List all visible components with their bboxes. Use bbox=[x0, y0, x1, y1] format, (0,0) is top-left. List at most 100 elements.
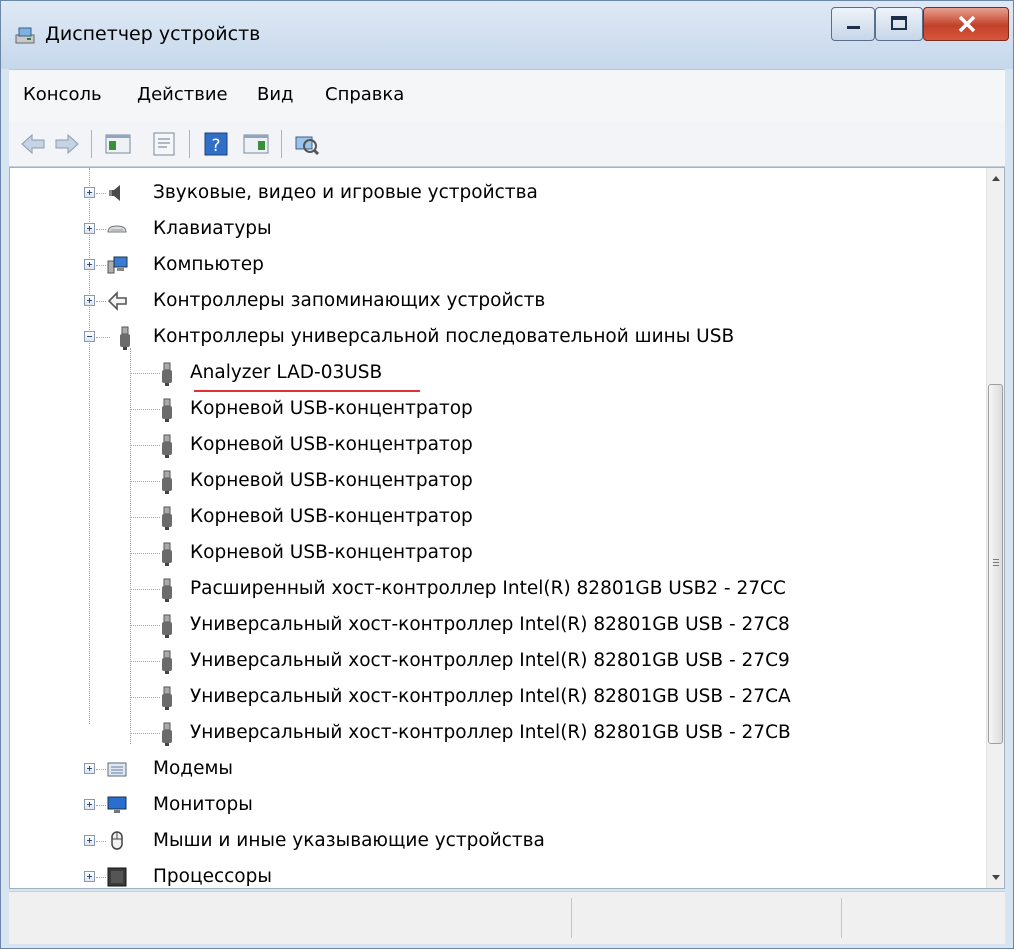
expand-toggle[interactable] bbox=[84, 295, 95, 306]
usb-device-uhci-27cb[interactable]: Универсальный хост-контроллер Intel(R) 8… bbox=[10, 716, 980, 750]
tree-category-monitors[interactable]: Мониторы bbox=[10, 788, 980, 822]
usb-device-analyzer[interactable]: Analyzer LAD-03USB bbox=[10, 356, 980, 390]
collapse-toggle[interactable] bbox=[84, 331, 95, 342]
usb-plug-icon bbox=[162, 398, 172, 422]
tree-line bbox=[96, 841, 106, 842]
tree-category-usb-controllers[interactable]: Контроллеры универсальной последовательн… bbox=[10, 320, 980, 354]
toolbar-separator bbox=[189, 130, 190, 158]
status-divider bbox=[571, 898, 572, 938]
maximize-button[interactable] bbox=[875, 7, 923, 41]
tree-category-modems[interactable]: Модемы bbox=[10, 752, 980, 786]
device-label: Корневой USB-концентратор bbox=[190, 506, 473, 527]
category-label: Контроллеры универсальной последовательн… bbox=[153, 326, 735, 347]
category-label: Клавиатуры bbox=[153, 218, 272, 239]
expand-toggle[interactable] bbox=[84, 763, 95, 774]
menu-help[interactable]: Справка bbox=[321, 82, 408, 107]
status-divider bbox=[841, 898, 842, 938]
expand-toggle[interactable] bbox=[84, 223, 95, 234]
mouse-icon bbox=[111, 831, 123, 850]
scroll-up-arrow-icon[interactable] bbox=[987, 168, 1005, 188]
scan-hardware-icon[interactable] bbox=[291, 129, 321, 159]
minimize-button[interactable] bbox=[831, 7, 875, 41]
scroll-thumb[interactable] bbox=[988, 384, 1003, 744]
tree-line bbox=[96, 877, 106, 878]
tree-line bbox=[130, 481, 160, 482]
status-bar bbox=[9, 891, 1005, 944]
device-label: Универсальный хост-контроллер Intel(R) 8… bbox=[190, 722, 791, 743]
grip-line bbox=[993, 565, 999, 566]
usb-plug-icon bbox=[162, 362, 172, 386]
usb-device-root-hub[interactable]: Корневой USB-концентратор bbox=[10, 500, 980, 534]
tree-line bbox=[130, 373, 160, 374]
vertical-scrollbar[interactable] bbox=[986, 168, 1005, 888]
device-label: Корневой USB-концентратор bbox=[190, 398, 473, 419]
toolbar-separator bbox=[91, 130, 92, 158]
show-hide-tree-icon[interactable] bbox=[103, 129, 133, 159]
processor-icon bbox=[107, 867, 127, 887]
tree-line bbox=[96, 769, 106, 770]
usb-plug-icon bbox=[162, 722, 172, 746]
properties-icon[interactable] bbox=[149, 129, 179, 159]
usb-plug-icon bbox=[162, 650, 172, 674]
usb-plug-icon bbox=[162, 434, 172, 458]
close-button[interactable] bbox=[923, 7, 1009, 41]
expand-toggle[interactable] bbox=[84, 187, 95, 198]
tree-line bbox=[96, 301, 106, 302]
toolbar: ? bbox=[9, 122, 1005, 167]
menu-action[interactable]: Действие bbox=[133, 82, 232, 107]
title-bar[interactable]: Диспетчер устройств bbox=[1, 1, 1013, 69]
usb-device-root-hub[interactable]: Корневой USB-концентратор bbox=[10, 428, 980, 462]
scroll-down-arrow-icon[interactable] bbox=[987, 868, 1005, 888]
usb-device-uhci-27c8[interactable]: Универсальный хост-контроллер Intel(R) 8… bbox=[10, 608, 980, 642]
grip-line bbox=[993, 562, 999, 563]
device-label: Универсальный хост-контроллер Intel(R) 8… bbox=[190, 686, 791, 707]
tree-category-sound[interactable]: Звуковые, видео и игровые устройства bbox=[10, 176, 980, 210]
category-label: Модемы bbox=[153, 758, 234, 779]
tree-line bbox=[130, 553, 160, 554]
category-label: Мониторы bbox=[153, 794, 253, 815]
menu-console[interactable]: Консоль bbox=[19, 82, 106, 107]
help-icon[interactable]: ? bbox=[201, 129, 231, 159]
tree-category-keyboards[interactable]: Клавиатуры bbox=[10, 212, 980, 246]
back-arrow-icon[interactable] bbox=[19, 129, 47, 159]
modem-icon bbox=[107, 762, 127, 777]
usb-plug-icon bbox=[162, 614, 172, 638]
tree-line bbox=[96, 805, 106, 806]
tree-category-processors[interactable]: Процессоры bbox=[10, 860, 980, 888]
usb-device-root-hub[interactable]: Корневой USB-концентратор bbox=[10, 392, 980, 426]
tree-line bbox=[130, 697, 160, 698]
usb-device-ehci-27cc[interactable]: Расширенный хост-контроллер Intel(R) 828… bbox=[10, 572, 980, 606]
tree-line bbox=[96, 265, 106, 266]
tree-category-storage-controllers[interactable]: Контроллеры запоминающих устройств bbox=[10, 284, 980, 318]
expand-toggle[interactable] bbox=[84, 835, 95, 846]
category-label: Компьютер bbox=[153, 254, 264, 275]
expand-toggle[interactable] bbox=[84, 871, 95, 882]
category-label: Звуковые, видео и игровые устройства bbox=[153, 182, 538, 203]
tree-line bbox=[130, 625, 160, 626]
device-tree: Звуковые, видео и игровые устройства Кла… bbox=[9, 167, 1005, 889]
window-title: Диспетчер устройств bbox=[45, 23, 261, 45]
forward-arrow-icon[interactable] bbox=[53, 129, 81, 159]
computer-icon bbox=[107, 256, 128, 274]
tree-category-computer[interactable]: Компьютер bbox=[10, 248, 980, 282]
action-pane-icon[interactable] bbox=[241, 129, 271, 159]
menu-view[interactable]: Вид bbox=[253, 82, 298, 107]
device-label: Analyzer LAD-03USB bbox=[190, 362, 383, 383]
usb-plug-icon bbox=[162, 470, 172, 494]
usb-device-root-hub[interactable]: Корневой USB-концентратор bbox=[10, 464, 980, 498]
tree-line bbox=[130, 517, 160, 518]
usb-plug-icon bbox=[162, 542, 172, 566]
expand-toggle[interactable] bbox=[84, 799, 95, 810]
usb-plug-icon bbox=[162, 578, 172, 602]
device-manager-window: Диспетчер устройств Консоль Действие Вид… bbox=[0, 0, 1014, 949]
device-label: Универсальный хост-контроллер Intel(R) 8… bbox=[190, 650, 790, 671]
usb-device-root-hub[interactable]: Корневой USB-концентратор bbox=[10, 536, 980, 570]
device-label: Корневой USB-концентратор bbox=[190, 434, 473, 455]
usb-device-uhci-27c9[interactable]: Универсальный хост-контроллер Intel(R) 8… bbox=[10, 644, 980, 678]
tree-category-mice[interactable]: Мыши и иные указывающие устройства bbox=[10, 824, 980, 858]
usb-device-uhci-27ca[interactable]: Универсальный хост-контроллер Intel(R) 8… bbox=[10, 680, 980, 714]
monitor-icon bbox=[107, 796, 127, 813]
expand-toggle[interactable] bbox=[84, 259, 95, 270]
keyboard-icon bbox=[107, 225, 127, 233]
category-label: Мыши и иные указывающие устройства bbox=[153, 830, 545, 851]
